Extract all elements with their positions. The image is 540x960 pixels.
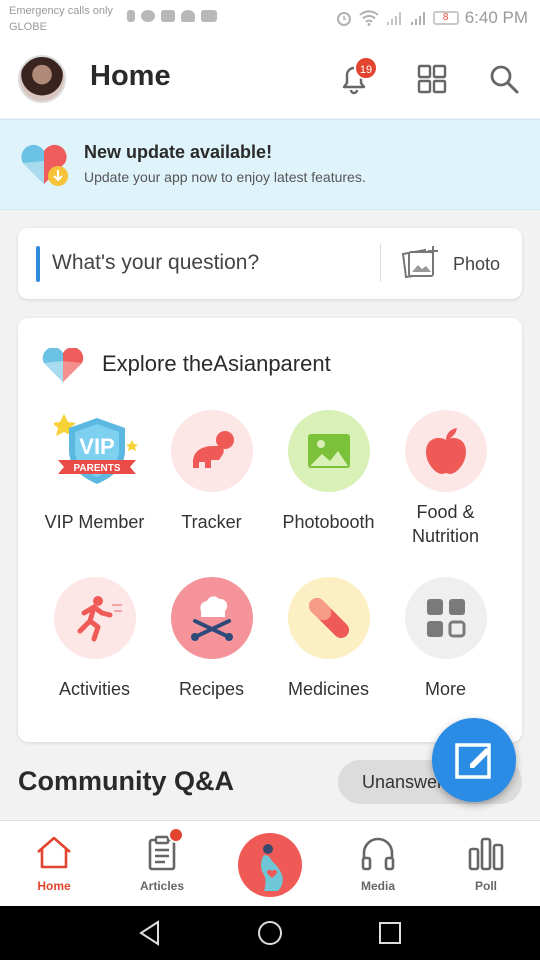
notification-icons [127,10,217,22]
tile-label: Food & Nutrition [387,500,504,548]
tile-label: Photobooth [282,512,375,532]
messenger-icon [141,10,155,22]
pregnancy-icon [261,844,283,891]
heart-update-icon [21,144,68,186]
question-input[interactable]: What's your question? [52,251,259,275]
heart-icon [181,10,195,22]
signal-icon-1 [386,12,401,25]
nav-label: Poll [474,879,497,893]
notification-badge: 19 [354,56,378,80]
update-title: New update available! [84,142,273,162]
photo-button-label[interactable]: Photo [453,254,500,275]
pregnancy-button[interactable] [238,833,302,897]
alarm-icon [336,12,351,26]
nav-label: Home [37,879,71,893]
nav-label: Media [360,879,395,893]
tile-activities[interactable]: Activities [36,577,153,701]
update-banner[interactable]: New update available! Update your app no… [0,119,540,210]
search-icon[interactable] [488,63,520,95]
tile-recipes[interactable]: Recipes [153,577,270,701]
android-navigation-bar [0,906,540,960]
nav-articles[interactable]: Articles [108,821,216,907]
tile-label: Recipes [178,679,245,699]
question-card: What's your question? Photo [18,228,522,299]
tile-food-nutrition[interactable]: Food & Nutrition [387,410,504,548]
tile-label: Medicines [287,679,370,699]
back-icon[interactable] [136,919,164,947]
bar-chart-icon [468,837,504,871]
nav-poll[interactable]: Poll [432,821,540,907]
pill-icon [287,577,370,659]
home-icon [37,836,71,869]
carrier-line-1: Emergency calls only [9,5,113,17]
tile-label-line-1: Food & [416,502,475,522]
baby-crawling-icon [170,410,253,492]
new-articles-dot [168,827,184,843]
carrier-line-2: GLOBE [9,21,47,33]
nav-label: Articles [139,879,185,893]
tile-more[interactable]: More [387,577,504,701]
tile-label: Activities [58,679,130,699]
tile-label: Tracker [181,512,242,532]
explore-title: Explore theAsianparent [102,351,331,376]
system-status: 8 6:40 PM [335,8,528,28]
mail-icon [161,10,175,22]
bottom-nav: Home Articles Media Poll [0,820,540,906]
signal-icon-2 [410,12,425,25]
add-photo-icon[interactable] [399,244,441,280]
chef-hat-icon [170,577,253,659]
battery-level: 8 [432,11,459,25]
tile-photobooth[interactable]: Photobooth [270,410,387,534]
nav-home[interactable]: Home [0,821,108,907]
apple-icon [404,410,487,492]
wifi-icon [358,10,379,26]
youtube-icon [201,10,217,22]
tile-label-line-2: Nutrition [411,526,480,546]
compose-button[interactable] [432,718,516,802]
vip-badge-icon: VIP PARENTS [51,410,138,492]
explore-card: Explore theAsianparent VIP PARENTS VIP M… [18,318,522,742]
sim-icon [127,10,135,22]
parents-badge-text: PARENTS [73,463,120,474]
time: 6:40 PM [464,8,528,27]
app-header: Home 19 [0,38,540,118]
recents-icon[interactable] [376,919,404,947]
update-subtitle: Update your app now to enjoy latest feat… [84,169,366,185]
image-icon [287,410,370,492]
running-icon [53,577,136,659]
tile-label: VIP Member [44,512,145,532]
page-title: Home [90,60,171,92]
home-circle-icon[interactable] [256,919,284,947]
community-title: Community Q&A [18,766,234,796]
carrier-info: Emergency calls only GLOBE [9,3,113,35]
tile-tracker[interactable]: Tracker [153,410,270,534]
avatar[interactable] [18,55,66,103]
tile-vip-member[interactable]: VIP PARENTS VIP Member [36,410,153,534]
apps-grid-icon[interactable] [416,63,448,95]
nav-media[interactable]: Media [324,821,432,907]
tile-label: More [424,679,466,699]
divider [380,244,381,282]
status-bar: Emergency calls only GLOBE 8 6:40 PM [0,0,540,38]
heart-logo-icon [42,348,84,382]
edit-icon [455,743,491,779]
grid-icon [404,577,487,659]
text-cursor-bar [36,246,40,282]
headphones-icon [361,837,395,871]
tile-medicines[interactable]: Medicines [270,577,387,701]
vip-badge-text: VIP [79,434,114,459]
